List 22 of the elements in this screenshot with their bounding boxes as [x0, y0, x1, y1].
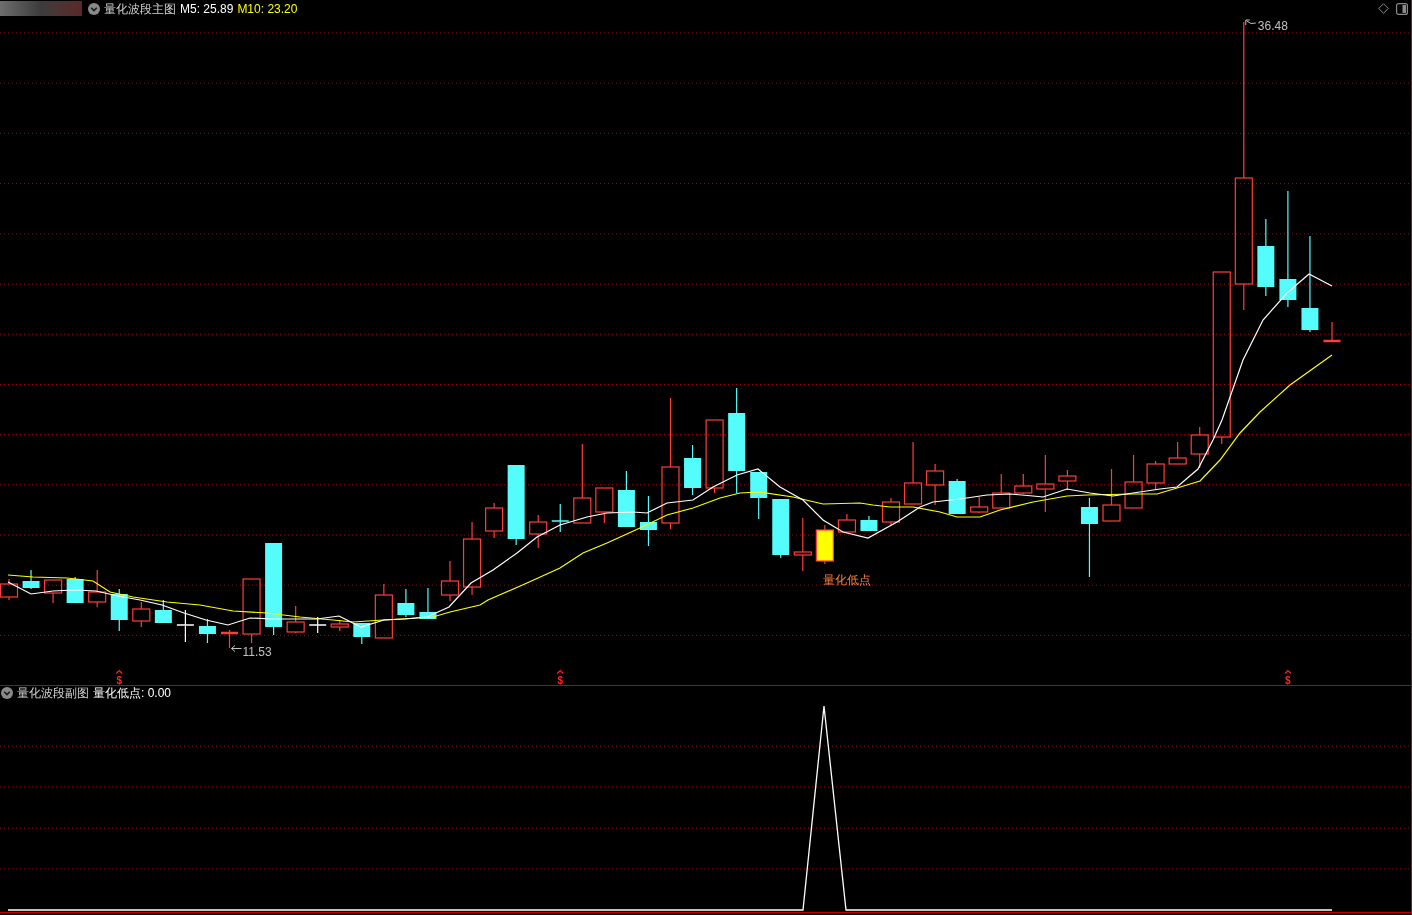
low-candle — [221, 629, 238, 649]
indicator-title: 量化波段副图 — [17, 686, 89, 700]
indicator-title: 量化波段主图 — [104, 1, 176, 16]
collapse-chevron-icon[interactable] — [88, 2, 100, 15]
indicator-value: M10: 23.20 — [237, 1, 298, 16]
leader-arrow — [231, 645, 242, 652]
leader-arrow — [1245, 19, 1257, 26]
highlighted-candle — [815, 524, 834, 565]
collapse-chevron-icon[interactable] — [1, 687, 13, 699]
low-price-label: 11.53 — [242, 645, 272, 659]
indicator-reading: 量化低点: 0.00 — [93, 686, 172, 700]
caret-icon — [115, 669, 123, 675]
caret-icon — [556, 669, 564, 675]
high-price-label: 36.48 — [1257, 19, 1288, 33]
indicator-value: M5: 25.89 — [180, 1, 234, 16]
diamond-icon[interactable] — [1378, 3, 1389, 14]
signal-label: 量化低点 — [822, 573, 871, 587]
signal-symbol: $ — [1285, 675, 1291, 685]
signal-symbol: $ — [116, 675, 123, 685]
caret-icon — [1284, 669, 1292, 675]
panel-layout-icon[interactable] — [1396, 2, 1408, 15]
signal-symbol: $ — [557, 675, 564, 685]
